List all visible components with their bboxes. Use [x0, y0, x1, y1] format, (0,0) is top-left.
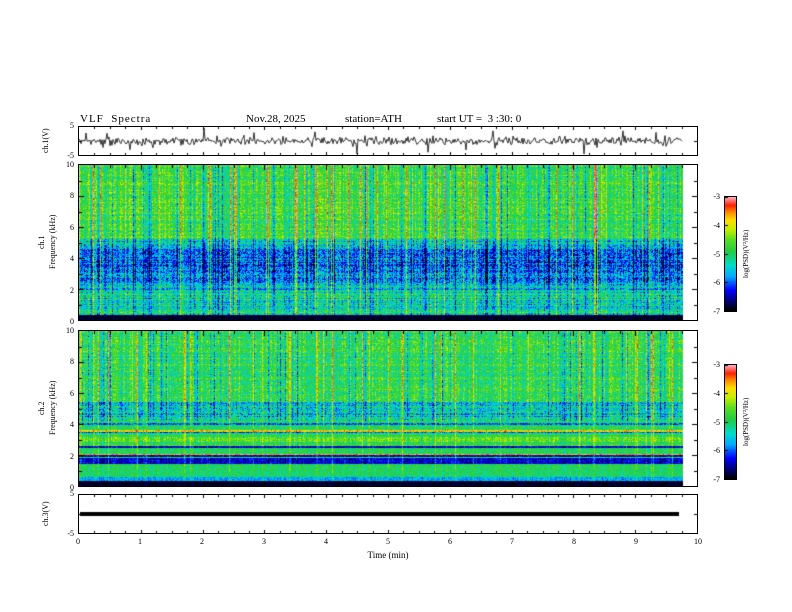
ch1-waveform-ytick-labels: 5 -5 — [50, 121, 74, 160]
tick-label: 10 — [66, 326, 74, 335]
ch1-waveform-canvas — [79, 127, 697, 155]
ch2-spectrogram-canvas — [79, 331, 697, 486]
tick-label: -5 — [713, 249, 720, 259]
time-axis-label: Time (min) — [367, 550, 409, 560]
start-ut-label: start UT = 3 :30: 0 — [437, 113, 522, 125]
ch1-spectrogram-canvas — [79, 165, 697, 320]
ch2-spectrogram-ytick-labels: 10 8 6 4 2 0 — [50, 326, 74, 492]
vlf-spectra-figure: VLF Spectra Nov.28, 2025 station=ATH sta… — [0, 0, 792, 612]
tick-label: 8 — [70, 191, 74, 201]
tick-label: 5 — [70, 121, 74, 130]
ch1-colorbar — [724, 196, 737, 312]
tick-label: 2 — [70, 285, 74, 295]
tick-label: 5 — [70, 489, 74, 498]
tick-label: -3 — [713, 360, 720, 369]
tick-label: 0 — [70, 316, 74, 326]
tick-label: 3 — [262, 537, 266, 546]
ch1-colorbar-label: log(PSD)(V²/Hz) — [742, 229, 750, 279]
station-label: station=ATH — [345, 113, 402, 125]
tick-label: -3 — [713, 192, 720, 201]
tick-label: -4 — [713, 388, 720, 398]
tick-label: 6 — [70, 388, 74, 398]
tick-label: 4 — [70, 420, 74, 430]
tick-label: -6 — [713, 446, 720, 456]
tick-label: -6 — [713, 278, 720, 288]
ch3-waveform-ytick-labels: 5 -5 — [50, 489, 74, 538]
ch1-spectrogram-channel-label: ch.1 — [37, 235, 46, 249]
tick-label: 10 — [694, 537, 702, 546]
tick-label: -7 — [713, 307, 720, 316]
ch2-spectrogram-channel-label: ch.2 — [37, 401, 46, 415]
tick-label: 8 — [70, 357, 74, 367]
ch1-spectrogram-ytick-labels: 10 8 6 4 2 0 — [50, 160, 74, 326]
tick-label: 0 — [76, 537, 80, 546]
tick-label: 4 — [70, 254, 74, 264]
ch2-colorbar-canvas — [725, 365, 736, 479]
tick-label: 4 — [324, 537, 328, 546]
tick-label: -7 — [713, 475, 720, 484]
plot-date: Nov.28, 2025 — [246, 113, 306, 125]
ch2-spectrogram-panel — [78, 330, 698, 487]
tick-label: 8 — [572, 537, 576, 546]
ch3-waveform-panel — [78, 494, 698, 534]
tick-label: 6 — [448, 537, 452, 546]
tick-label: 1 — [138, 537, 142, 546]
ch1-spectrogram-panel — [78, 164, 698, 321]
tick-label: 5 — [386, 537, 390, 546]
ch1-waveform-panel — [78, 126, 698, 156]
tick-label: 2 — [70, 451, 74, 461]
tick-label: 7 — [510, 537, 514, 546]
tick-label: 9 — [634, 537, 638, 546]
tick-label: -5 — [67, 151, 74, 160]
ch2-colorbar-label: log(PSD)(V²/Hz) — [742, 397, 750, 447]
tick-label: -5 — [713, 417, 720, 427]
ch1-colorbar-canvas — [725, 197, 736, 311]
tick-label: 10 — [66, 160, 74, 169]
ch1-colorbar-tick-labels: -3 -4 -5 -6 -7 — [698, 192, 720, 316]
plot-title: VLF Spectra — [80, 113, 152, 125]
tick-label: 2 — [200, 537, 204, 546]
time-axis-tick-labels: 0 1 2 3 4 5 6 7 8 9 10 — [68, 537, 708, 546]
ch2-colorbar — [724, 364, 737, 480]
ch3-waveform-canvas — [79, 495, 697, 533]
tick-label: -4 — [713, 220, 720, 230]
ch2-colorbar-tick-labels: -3 -4 -5 -6 -7 — [698, 360, 720, 484]
tick-label: 6 — [70, 222, 74, 232]
